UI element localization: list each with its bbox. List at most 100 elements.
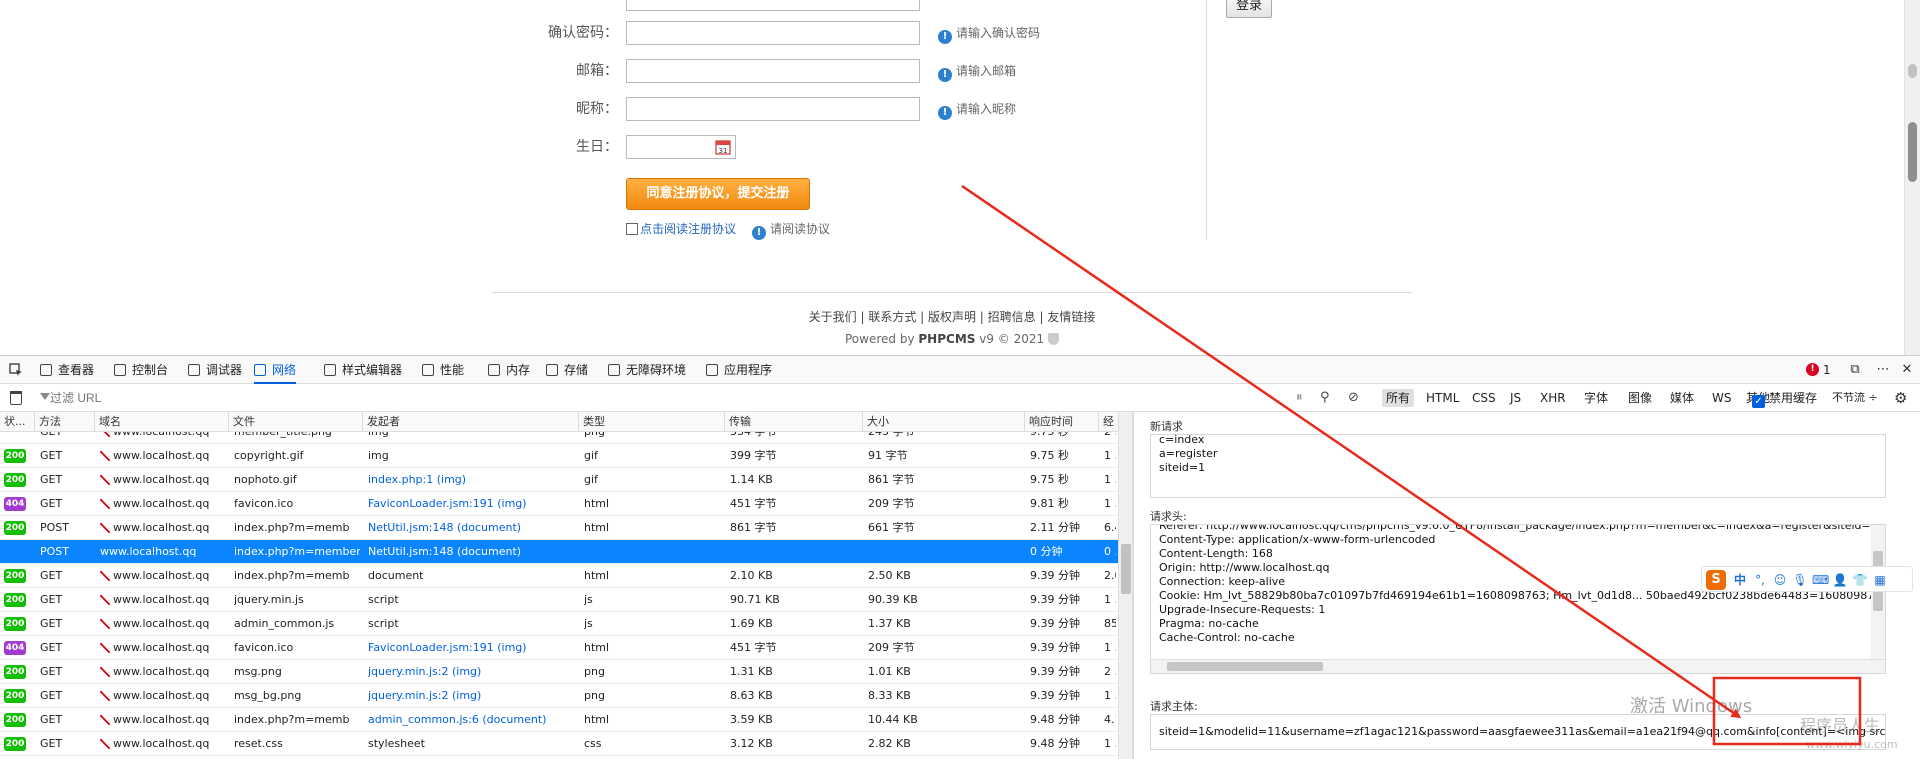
headers-vscrollbar[interactable]: [1871, 525, 1885, 659]
cell-transfer: 1.31 KB: [730, 665, 773, 678]
insecure-lock-icon: [100, 451, 110, 461]
request-body-box[interactable]: siteid=1&modelid=11&username=zf1agac121&…: [1150, 714, 1886, 750]
error-count[interactable]: 1: [1823, 356, 1831, 384]
column-header-6[interactable]: 传输: [724, 412, 862, 432]
table-row[interactable]: 200 GET www.localhost.qq nophoto.gif index.p…: [0, 468, 1118, 492]
cell-domain: www.localhost.qq: [100, 468, 226, 492]
microphone-icon[interactable]: 🎙: [1792, 572, 1808, 588]
tab-inspector[interactable]: 查看器: [40, 356, 94, 384]
chinese-mode-icon[interactable]: 中: [1732, 572, 1748, 588]
headers-hscrollbar-thumb[interactable]: [1167, 662, 1323, 671]
search-icon[interactable]: ⚲: [1320, 389, 1330, 407]
table-row[interactable]: 404 GET www.localhost.qq favicon.ico Favicon…: [0, 492, 1118, 516]
column-header-7[interactable]: 大小: [862, 412, 1024, 432]
more-options-icon[interactable]: ⋯: [1876, 363, 1890, 377]
footer-links[interactable]: 关于我们 | 联系方式 | 版权声明 | 招聘信息 | 友情链接: [492, 308, 1412, 325]
table-row[interactable]: 200 GET www.localhost.qq index.php?m=memb do…: [0, 564, 1118, 588]
dock-icon[interactable]: ⧉: [1848, 363, 1862, 377]
tab-memory[interactable]: 内存: [488, 356, 530, 384]
type-filter-6[interactable]: 图像: [1624, 389, 1656, 407]
table-row[interactable]: 200 GET www.localhost.qq jquery.min.js scrip…: [0, 588, 1118, 612]
agree-hint-text: 请阅读协议: [770, 222, 831, 236]
column-header-0[interactable]: 状...: [0, 412, 34, 432]
keyboard-icon[interactable]: ⌨: [1812, 572, 1829, 588]
type-filter-3[interactable]: JS: [1506, 389, 1525, 407]
type-filter-0[interactable]: 所有: [1382, 389, 1415, 407]
filter-url-input[interactable]: [36, 388, 1296, 408]
submit-register-button[interactable]: 同意注册协议，提交注册: [626, 178, 810, 210]
tab-application[interactable]: 应用程序: [706, 356, 772, 384]
birthday-input[interactable]: 31: [626, 135, 736, 159]
table-row[interactable]: POST www.localhost.qq index.php?m=member& N…: [0, 540, 1118, 564]
user-icon[interactable]: 👤: [1832, 572, 1848, 588]
pause-icon[interactable]: ⏸: [1296, 389, 1303, 407]
headers-hscrollbar[interactable]: [1151, 659, 1885, 673]
column-header-8[interactable]: 响应时间: [1024, 412, 1098, 432]
column-header-3[interactable]: 文件: [228, 412, 362, 432]
nickname-input[interactable]: [626, 97, 920, 121]
cell-size: 243 字节: [868, 432, 1022, 444]
column-header-9[interactable]: 经: [1098, 412, 1118, 432]
punctuation-icon[interactable]: °,: [1752, 572, 1768, 588]
table-row[interactable]: 404 GET www.localhost.qq favicon.ico Favicon…: [0, 636, 1118, 660]
column-header-1[interactable]: 方法: [34, 412, 94, 432]
block-icon[interactable]: ⊘: [1348, 389, 1359, 407]
domain-text: www.localhost.qq: [100, 545, 197, 558]
error-icon[interactable]: !: [1806, 363, 1819, 376]
query-params-box[interactable]: c=index a=register siteid=1: [1150, 434, 1886, 498]
close-icon[interactable]: ✕: [1900, 363, 1914, 377]
type-filter-8[interactable]: WS: [1708, 389, 1735, 407]
login-button[interactable]: 登录: [1226, 0, 1272, 18]
type-filter-1[interactable]: HTML: [1422, 389, 1463, 407]
column-header-5[interactable]: 类型: [578, 412, 724, 432]
throttle-select[interactable]: 不节流 ÷: [1832, 384, 1878, 412]
network-filter-bar: ⏸ ⚲ ⊘ 所有HTMLCSSJSXHR字体图像媒体WS其他 ✓禁用缓存 不节流…: [0, 384, 1920, 412]
agree-protocol-link[interactable]: 点击阅读注册协议: [640, 222, 736, 236]
disable-cache-toggle[interactable]: ✓ 禁用缓存: [1752, 384, 1817, 412]
emoji-icon[interactable]: ☺: [1772, 572, 1788, 588]
confirm-password-input[interactable]: [626, 21, 920, 45]
table-row[interactable]: 200 GET www.localhost.qq msg.png jquery.min.…: [0, 660, 1118, 684]
tab-console[interactable]: 控制台: [114, 356, 168, 384]
element-picker-icon[interactable]: [9, 363, 23, 377]
email-input[interactable]: [626, 59, 920, 83]
table-row[interactable]: GET www.localhost.qq member_title.png imgpn…: [0, 432, 1118, 444]
table-row[interactable]: 200 GET www.localhost.qq msg_bg.png jquery.m…: [0, 684, 1118, 708]
tab-network[interactable]: 网络: [254, 356, 297, 384]
page-scrollbar-thumb[interactable]: [1908, 122, 1917, 182]
page-scrollbar[interactable]: [1904, 0, 1920, 355]
table-row[interactable]: 200 GET www.localhost.qq copyright.gif img gi…: [0, 444, 1118, 468]
tab-performance[interactable]: 性能: [422, 356, 464, 384]
agree-checkbox[interactable]: [626, 223, 638, 235]
table-row[interactable]: 200 GET www.localhost.qq index.php?m=memb ad…: [0, 708, 1118, 732]
type-filter-5[interactable]: 字体: [1580, 389, 1612, 407]
cell-time: 9.75 秒: [1030, 432, 1096, 444]
column-header-4[interactable]: 发起者: [362, 412, 578, 432]
skin-icon[interactable]: 👕: [1852, 572, 1868, 588]
tab-storage[interactable]: 存储: [546, 356, 588, 384]
table-scrollbar-thumb[interactable]: [1121, 544, 1131, 594]
type-filter-4[interactable]: XHR: [1536, 389, 1570, 407]
cell-extra: 6.4: [1104, 521, 1116, 534]
gear-icon[interactable]: ⚙: [1894, 390, 1907, 406]
table-row[interactable]: 200 POST www.localhost.qq index.php?m=memb N…: [0, 516, 1118, 540]
tab-style-editor[interactable]: 样式编辑器: [324, 356, 402, 384]
cell-time: 9.75 秒: [1030, 473, 1069, 486]
column-header-2[interactable]: 域名: [94, 412, 228, 432]
tab-debugger[interactable]: 调试器: [188, 356, 242, 384]
table-scrollbar[interactable]: [1118, 412, 1132, 759]
checkbox-checked-icon[interactable]: ✓: [1752, 395, 1765, 408]
request-body-text[interactable]: siteid=1&modelid=11&username=zf1agac121&…: [1159, 725, 1885, 739]
trash-icon[interactable]: [10, 391, 22, 405]
site-watermark: 程序员人生: [1800, 716, 1881, 735]
table-row[interactable]: 200 GET www.localhost.qq admin_common.js scr…: [0, 612, 1118, 636]
sogou-logo-icon[interactable]: S: [1706, 570, 1726, 590]
type-filter-7[interactable]: 媒体: [1666, 389, 1698, 407]
tab-accessibility[interactable]: 无障碍环境: [608, 356, 686, 384]
password-input[interactable]: [626, 0, 920, 11]
table-row[interactable]: 200 GET www.localhost.qq reset.css styleshee…: [0, 732, 1118, 756]
calendar-icon[interactable]: 31: [715, 139, 731, 155]
headers-box[interactable]: Referer: http://www.localhost.qq/cms/php…: [1150, 524, 1886, 674]
type-filter-2[interactable]: CSS: [1468, 389, 1500, 407]
toolbox-icon[interactable]: ▦: [1872, 572, 1888, 588]
